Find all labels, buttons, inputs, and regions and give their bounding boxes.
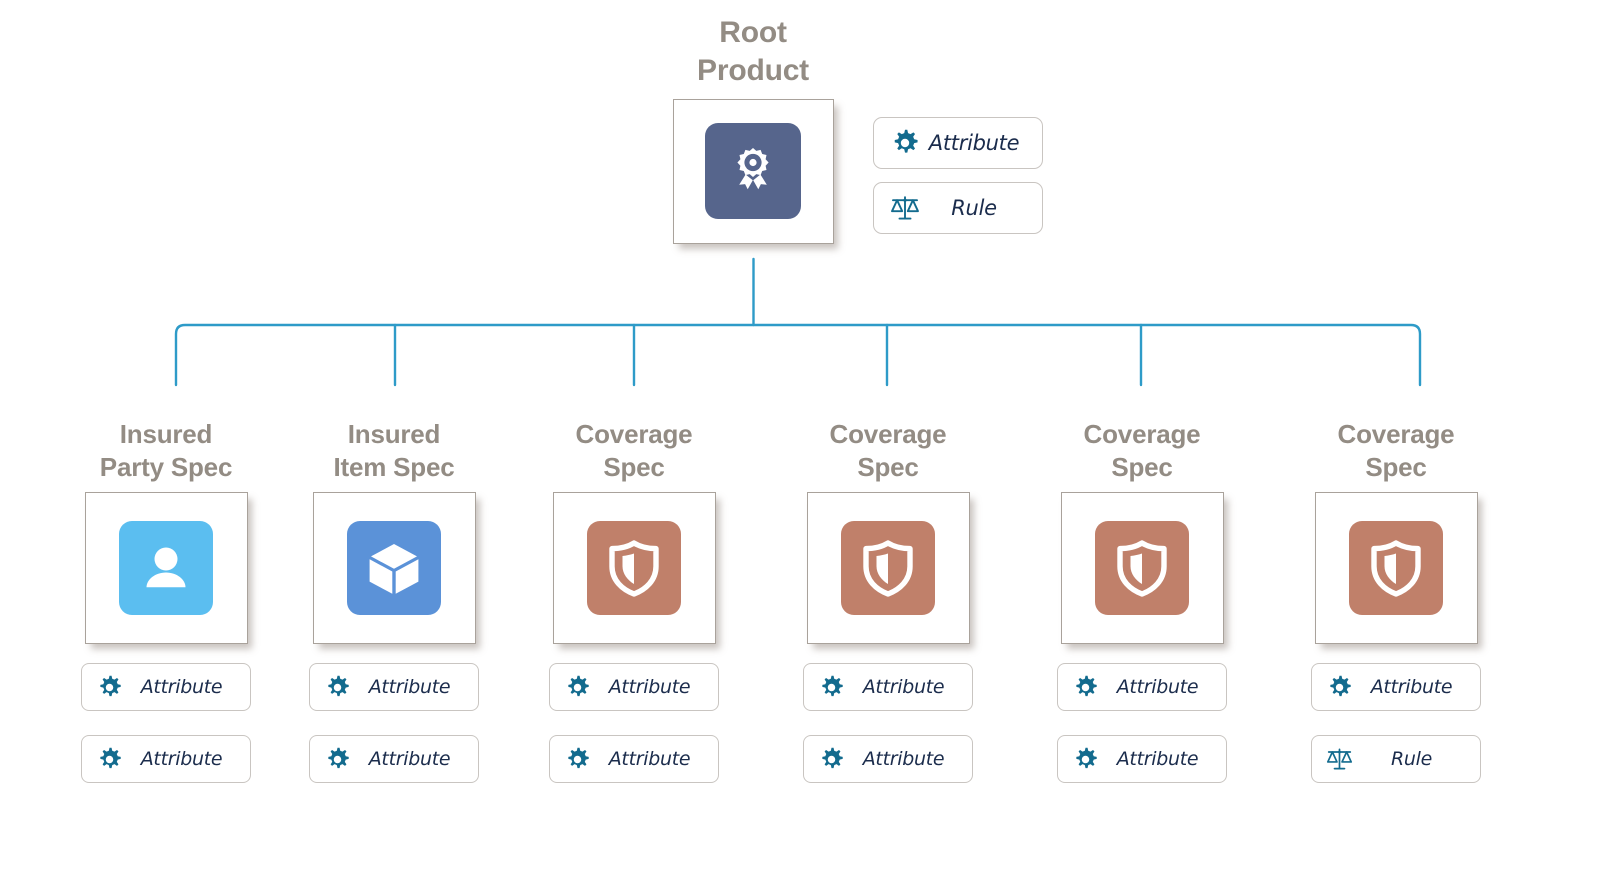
child-node-box[interactable] <box>1314 492 1478 644</box>
chip-label: Attribute <box>140 748 223 770</box>
shield-icon <box>1117 540 1167 597</box>
gear-icon <box>96 746 123 773</box>
gear-icon <box>324 674 351 701</box>
child-node-insured-party-spec[interactable]: Insured Party Spec Attribute Attribute <box>66 418 266 783</box>
child-node-label: Insured Party Spec <box>99 419 233 482</box>
gear-icon <box>1072 746 1099 773</box>
child-node-coverage-spec-1[interactable]: Coverage Spec Attribute Attribute <box>534 418 734 783</box>
root-icon-tile <box>705 123 801 220</box>
chip-label: Attribute <box>368 748 451 770</box>
child-node-insured-item-spec[interactable]: Insured Item Spec Attribute Attribute <box>294 418 494 783</box>
chip-attribute[interactable]: Attribute <box>803 735 973 783</box>
gear-icon <box>1072 674 1099 701</box>
award-ribbon-icon <box>737 148 769 190</box>
child-node-label: Coverage Spec <box>575 419 693 482</box>
chip-attribute[interactable]: Attribute <box>81 663 251 711</box>
child-chip-list: Attribute Attribute <box>81 663 251 783</box>
chip-label: Rule <box>951 196 997 220</box>
child-node-box[interactable] <box>84 492 248 644</box>
scales-icon <box>890 193 920 223</box>
chip-attribute[interactable]: Attribute <box>309 735 479 783</box>
child-icon-tile <box>841 521 935 615</box>
child-node-coverage-spec-4[interactable]: Coverage Spec Attribute Rule <box>1296 418 1496 783</box>
chip-label: Attribute <box>368 676 451 698</box>
root-node-label: Root Product <box>697 16 809 88</box>
scales-icon <box>1326 746 1353 773</box>
shield-icon <box>863 540 913 597</box>
chip-rule[interactable]: Rule <box>1311 735 1481 783</box>
child-node-label: Coverage Spec <box>1337 419 1455 482</box>
child-node-box[interactable] <box>806 492 970 644</box>
root-chip-list: Attribute Rule <box>873 117 1043 234</box>
chip-attribute[interactable]: Attribute <box>549 663 719 711</box>
child-chip-list: Attribute Attribute <box>803 663 973 783</box>
gear-icon <box>1326 674 1353 701</box>
chip-label: Rule <box>1390 748 1432 770</box>
child-node-box[interactable] <box>1060 492 1224 644</box>
chip-label: Attribute <box>1116 748 1199 770</box>
child-node-label: Coverage Spec <box>1083 419 1201 482</box>
chip-attribute[interactable]: Attribute <box>309 663 479 711</box>
chip-label: Attribute <box>608 748 691 770</box>
chip-attribute[interactable]: Attribute <box>1057 663 1227 711</box>
chip-attribute[interactable]: Attribute <box>1311 663 1481 711</box>
gear-icon <box>96 674 123 701</box>
chip-label: Attribute <box>1370 676 1453 698</box>
child-icon-tile <box>1349 521 1443 615</box>
chip-label: Attribute <box>140 676 223 698</box>
child-node-label: Coverage Spec <box>829 419 947 482</box>
root-node-box[interactable] <box>672 98 834 244</box>
gear-icon <box>818 674 845 701</box>
child-node-coverage-spec-2[interactable]: Coverage Spec Attribute Attribute <box>788 418 988 783</box>
chip-label: Attribute <box>862 676 945 698</box>
child-icon-tile <box>1095 521 1189 615</box>
chip-label: Attribute <box>928 131 1020 155</box>
child-chip-list: Attribute Rule <box>1311 663 1481 783</box>
child-node-box[interactable] <box>552 492 716 644</box>
product-hierarchy-diagram: Root Product Attribute Rule Insured Part… <box>0 0 1600 896</box>
child-node-coverage-spec-3[interactable]: Coverage Spec Attribute Attribute <box>1042 418 1242 783</box>
gear-icon <box>564 746 591 773</box>
chip-label: Attribute <box>1116 676 1199 698</box>
child-node-box[interactable] <box>312 492 476 644</box>
person-icon <box>146 547 186 588</box>
gear-icon <box>324 746 351 773</box>
child-node-label: Insured Item Spec <box>333 419 455 482</box>
gear-icon <box>818 746 845 773</box>
child-chip-list: Attribute Attribute <box>1057 663 1227 783</box>
chip-attribute[interactable]: Attribute <box>549 735 719 783</box>
chip-attribute[interactable]: Attribute <box>1057 735 1227 783</box>
shield-icon <box>609 540 659 597</box>
cube-icon <box>369 544 419 594</box>
child-chip-list: Attribute Attribute <box>309 663 479 783</box>
shield-icon <box>1371 540 1421 597</box>
child-icon-tile <box>347 521 441 615</box>
gear-icon <box>564 674 591 701</box>
child-icon-tile <box>119 521 213 615</box>
chip-attribute[interactable]: Attribute <box>803 663 973 711</box>
root-node[interactable]: Root Product <box>633 14 873 244</box>
chip-rule[interactable]: Rule <box>873 182 1043 234</box>
chip-label: Attribute <box>862 748 945 770</box>
gear-icon <box>890 128 920 158</box>
chip-attribute[interactable]: Attribute <box>81 735 251 783</box>
chip-attribute[interactable]: Attribute <box>873 117 1043 169</box>
child-icon-tile <box>587 521 681 615</box>
connector-bus <box>174 323 1422 387</box>
chip-label: Attribute <box>608 676 691 698</box>
child-chip-list: Attribute Attribute <box>549 663 719 783</box>
